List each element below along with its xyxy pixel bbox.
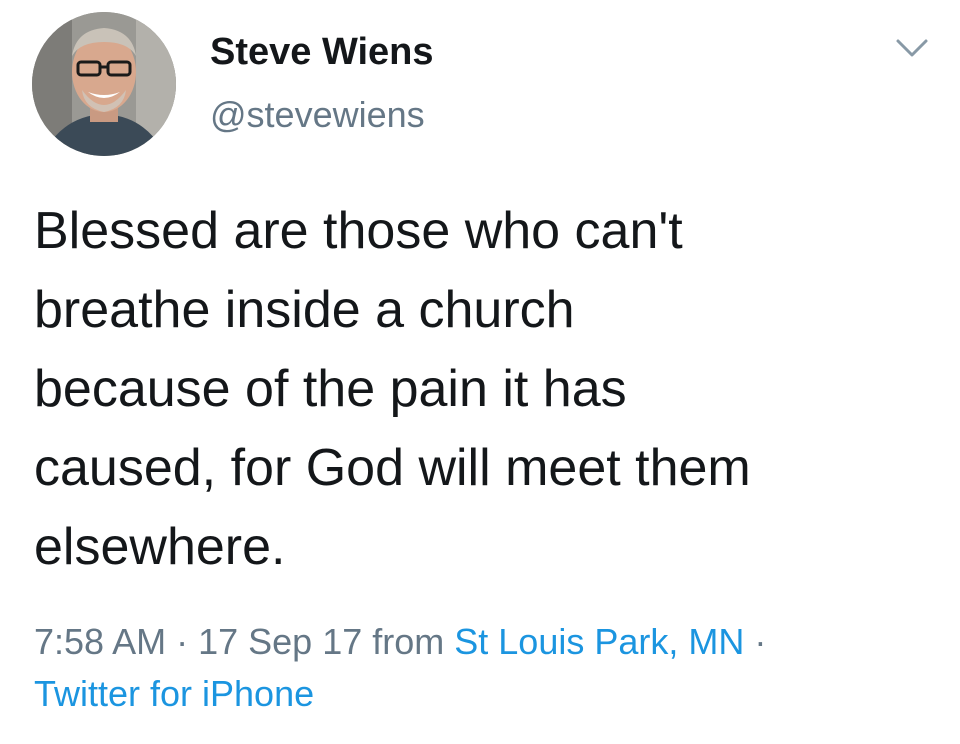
- tweet-card: Steve Wiens @stevewiens Blessed are thos…: [0, 0, 960, 744]
- meta-separator: ·: [166, 621, 199, 662]
- tweet-date[interactable]: 17 Sep 17: [198, 621, 362, 662]
- tweet-text: Blessed are those who can't breathe insi…: [34, 202, 751, 576]
- source-link[interactable]: Twitter for iPhone: [34, 673, 314, 714]
- meta-separator-2: ·: [744, 621, 767, 662]
- author-handle[interactable]: @stevewiens: [210, 94, 425, 136]
- chevron-down-icon[interactable]: [892, 34, 932, 62]
- tweet-time[interactable]: 7:58 AM: [34, 621, 166, 662]
- tweet-meta: 7:58 AM · 17 Sep 17 from St Louis Park, …: [34, 616, 934, 720]
- from-label: from: [362, 621, 455, 662]
- author-avatar[interactable]: [32, 12, 176, 156]
- location-link[interactable]: St Louis Park, MN: [454, 621, 744, 662]
- author-name[interactable]: Steve Wiens: [210, 30, 434, 74]
- avatar-photo-icon: [32, 12, 176, 156]
